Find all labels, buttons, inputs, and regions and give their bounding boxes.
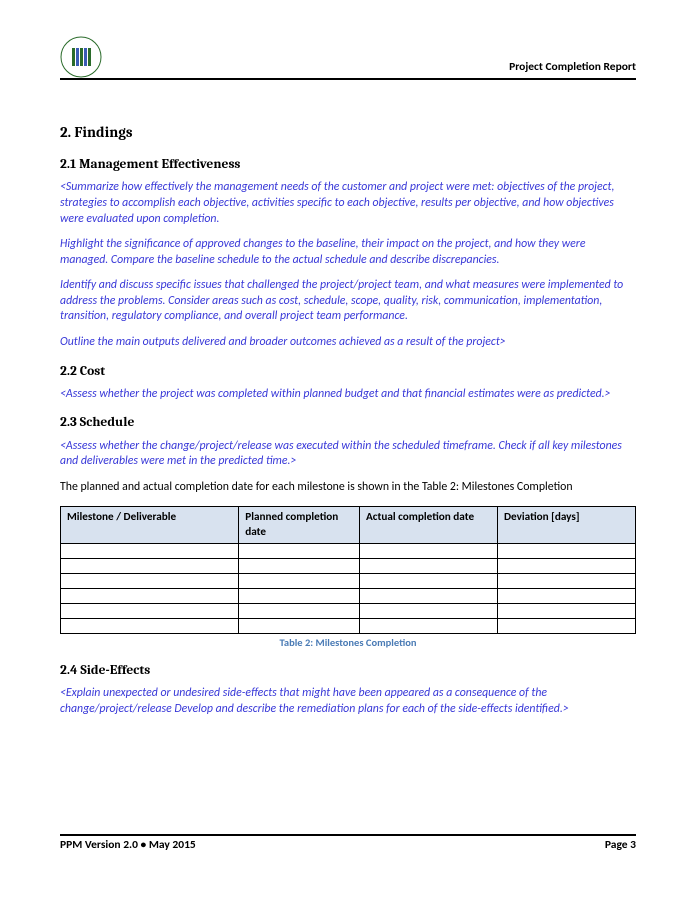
table-cell: [61, 543, 239, 558]
guidance-text: <Summarize how effectively the managemen…: [60, 180, 636, 227]
table-row: [61, 558, 636, 573]
guidance-text: Identify and discuss specific issues tha…: [60, 278, 636, 325]
table-cell: [360, 588, 498, 603]
guidance-text: <Assess whether the change/project/relea…: [60, 439, 636, 470]
table-cell: [498, 618, 636, 633]
page-footer: PPM Version 2.0 • May 2015 Page 3: [60, 834, 636, 854]
page-header: Project Completion Report: [60, 36, 636, 80]
table-cell: [61, 588, 239, 603]
table-cell: [498, 543, 636, 558]
table-row: [61, 603, 636, 618]
table-cell: [239, 573, 360, 588]
table-cell: [360, 603, 498, 618]
table-cell: [239, 618, 360, 633]
table-cell: [360, 618, 498, 633]
footer-page-number: Page 3: [605, 838, 636, 854]
table-row: [61, 543, 636, 558]
table-cell: [498, 603, 636, 618]
document-page: Project Completion Report 2. Findings 2.…: [0, 0, 696, 900]
table-cell: [61, 603, 239, 618]
subheading-2-2: 2.2 Cost: [60, 363, 636, 381]
table-header-cell: Actual completion date: [360, 506, 498, 543]
table-header-cell: Deviation [days]: [498, 506, 636, 543]
guidance-text: <Assess whether the project was complete…: [60, 387, 636, 403]
table-row: [61, 618, 636, 633]
table-cell: [61, 573, 239, 588]
hud-logo-icon: [60, 36, 102, 78]
subheading-2-4: 2.4 Side-Effects: [60, 662, 636, 680]
body-text: The planned and actual completion date f…: [60, 480, 636, 496]
subheading-2-3: 2.3 Schedule: [60, 414, 636, 432]
table-cell: [239, 603, 360, 618]
guidance-text: Highlight the significance of approved c…: [60, 237, 636, 268]
table-cell: [360, 543, 498, 558]
table-cell: [239, 543, 360, 558]
table-cell: [360, 573, 498, 588]
table-cell: [239, 588, 360, 603]
guidance-text: Outline the main outputs delivered and b…: [60, 335, 636, 351]
section-heading-findings: 2. Findings: [60, 122, 636, 142]
table-row: [61, 573, 636, 588]
table-cell: [360, 558, 498, 573]
table-cell: [498, 558, 636, 573]
footer-version: PPM Version 2.0 • May 2015: [60, 838, 196, 854]
table-cell: [498, 588, 636, 603]
table-row: [61, 588, 636, 603]
table-header-cell: Planned completion date: [239, 506, 360, 543]
header-title: Project Completion Report: [509, 60, 636, 76]
table-caption: Table 2: Milestones Completion: [60, 636, 636, 650]
subheading-2-1: 2.1 Management Effectiveness: [60, 156, 636, 174]
table-cell: [61, 618, 239, 633]
table-cell: [239, 558, 360, 573]
table-header-row: Milestone / Deliverable Planned completi…: [61, 506, 636, 543]
table-cell: [61, 558, 239, 573]
table-cell: [498, 573, 636, 588]
table-header-cell: Milestone / Deliverable: [61, 506, 239, 543]
milestones-table: Milestone / Deliverable Planned completi…: [60, 506, 636, 634]
guidance-text: <Explain unexpected or undesired side-ef…: [60, 686, 636, 717]
